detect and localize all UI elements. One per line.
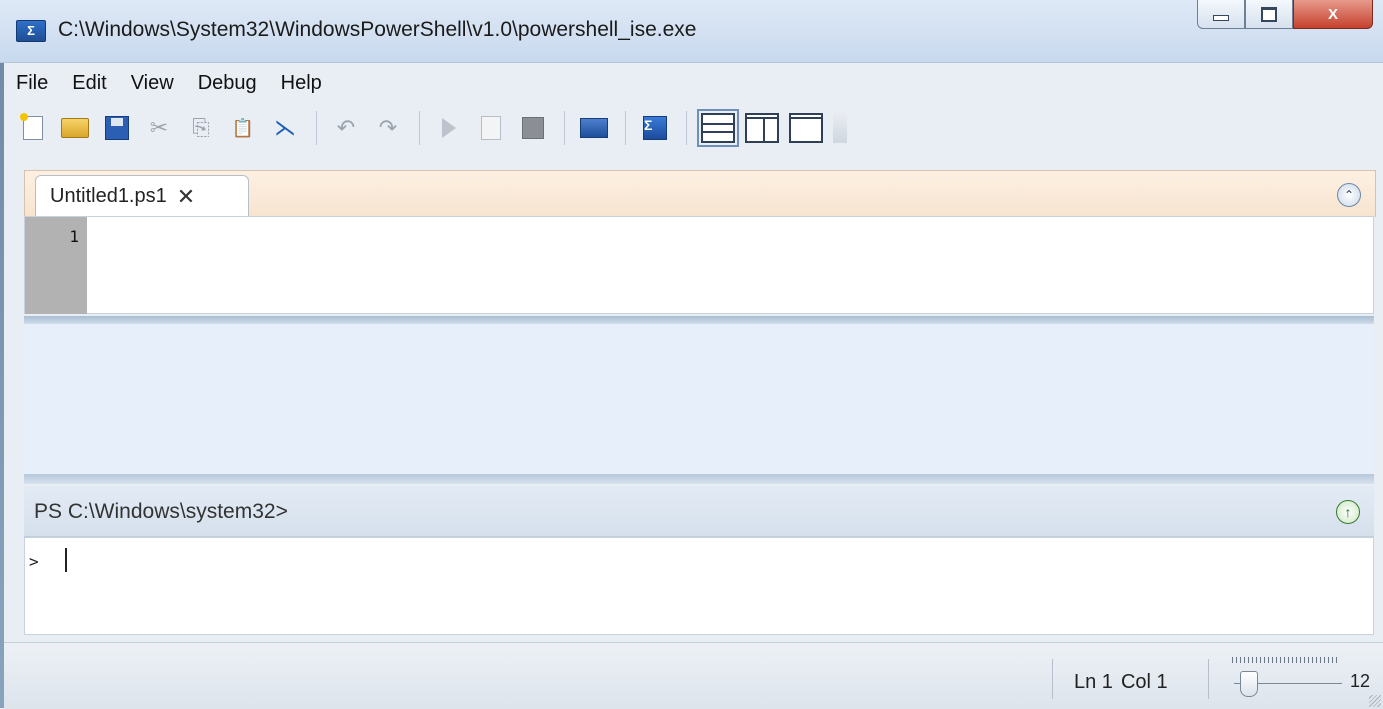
script-editor[interactable]: 1: [24, 216, 1374, 314]
minimize-icon: [1213, 15, 1229, 21]
paste-icon: 📋: [231, 117, 255, 138]
toolbar-overflow-button[interactable]: [833, 113, 847, 143]
window-title: C:\Windows\System32\WindowsPowerShell\v1…: [58, 18, 697, 41]
toolbar-separator: [686, 111, 687, 145]
console-prompt-bar: PS C:\Windows\system32> ↑: [24, 486, 1374, 537]
powershell-icon: Σ: [643, 116, 667, 140]
zoom-value: 12: [1350, 671, 1371, 691]
cut-button[interactable]: ✂: [144, 113, 174, 143]
tab-close-icon[interactable]: ✕: [177, 184, 195, 210]
window-controls: X: [1197, 0, 1373, 29]
menu-view[interactable]: View: [119, 72, 186, 95]
line-number-gutter: 1: [25, 217, 87, 314]
script-tab-strip: Untitled1.ps1 ✕ ⌃: [24, 170, 1376, 217]
run-button[interactable]: [434, 113, 464, 143]
tab-label: Untitled1.ps1: [50, 185, 167, 207]
maximize-button[interactable]: [1245, 0, 1293, 29]
open-folder-icon: [61, 118, 89, 138]
toolbar-separator: [625, 111, 626, 145]
run-selection-button[interactable]: [476, 113, 506, 143]
redo-icon: ↷: [378, 115, 398, 140]
powershell-app-icon[interactable]: Σ: [16, 20, 46, 42]
menu-debug[interactable]: Debug: [186, 72, 269, 95]
run-selection-icon: [481, 116, 501, 140]
line-indicator: Ln 1: [1074, 671, 1113, 693]
clear-button[interactable]: ⋋: [270, 113, 300, 143]
tab-untitled1[interactable]: Untitled1.ps1 ✕: [35, 175, 249, 217]
toolbar-separator: [564, 111, 565, 145]
zoom-slider-thumb[interactable]: [1240, 671, 1258, 697]
undo-button[interactable]: ↶: [331, 113, 361, 143]
paste-button[interactable]: 📋: [228, 113, 258, 143]
cursor-position: Ln 1 Col 1: [1074, 671, 1176, 694]
redo-button[interactable]: ↷: [373, 113, 403, 143]
new-script-icon: [23, 116, 43, 140]
layout-right-icon: [747, 117, 777, 119]
close-icon: X: [1327, 5, 1338, 23]
command-input-prompt: >: [29, 552, 39, 571]
layout-script-max-button[interactable]: [789, 113, 823, 143]
start-powershell-button[interactable]: Σ: [640, 113, 670, 143]
open-button[interactable]: [60, 113, 90, 143]
menu-bar: File Edit View Debug Help: [4, 66, 334, 100]
resize-grip-icon[interactable]: [1369, 695, 1381, 707]
stop-icon: [522, 117, 544, 139]
collapse-script-pane-button[interactable]: ⌃: [1337, 183, 1361, 207]
save-icon: [105, 116, 129, 140]
column-indicator: Col 1: [1120, 671, 1168, 693]
layout-max-icon: [791, 117, 821, 119]
toolbar: ✂ ⎘ 📋 ⋋ ↶ ↷ Σ: [18, 104, 859, 152]
status-bar: Ln 1 Col 1 12: [4, 642, 1383, 709]
window-left-edge: [0, 0, 4, 708]
new-script-button[interactable]: [18, 113, 48, 143]
line-number: 1: [69, 227, 79, 246]
show-console-up-icon[interactable]: ↑: [1336, 500, 1360, 524]
title-bar: Σ C:\Windows\System32\WindowsPowerShell\…: [0, 0, 1383, 63]
toolbar-separator: [419, 111, 420, 145]
stop-button[interactable]: [518, 113, 548, 143]
toolbar-separator: [316, 111, 317, 145]
close-button[interactable]: X: [1293, 0, 1373, 29]
menu-help[interactable]: Help: [269, 72, 334, 95]
pane-splitter[interactable]: [24, 316, 1374, 324]
pane-splitter[interactable]: [24, 474, 1374, 484]
menu-file[interactable]: File: [4, 72, 60, 95]
copy-icon: ⎘: [192, 115, 210, 140]
zoom-slider-ticks: [1232, 657, 1340, 663]
text-caret: [65, 548, 67, 572]
layout-script-right-button[interactable]: [745, 113, 779, 143]
layout-top-icon: [703, 123, 733, 125]
status-separator: [1052, 659, 1053, 699]
menu-edit[interactable]: Edit: [60, 72, 118, 95]
layout-script-top-button[interactable]: [697, 109, 739, 147]
remote-powershell-icon: [580, 118, 608, 138]
undo-icon: ↶: [336, 115, 356, 140]
output-pane[interactable]: [24, 324, 1374, 474]
run-icon: [442, 118, 456, 138]
status-separator: [1208, 659, 1209, 699]
clear-icon: ⋋: [274, 115, 296, 140]
layout-right-icon-line: [763, 119, 765, 141]
console-prompt: PS C:\Windows\system32>: [34, 500, 288, 523]
cut-icon: ✂: [149, 115, 169, 140]
layout-top-icon-line: [703, 131, 733, 133]
minimize-button[interactable]: [1197, 0, 1245, 29]
save-button[interactable]: [102, 113, 132, 143]
remote-powershell-button[interactable]: [579, 113, 609, 143]
maximize-icon: [1261, 6, 1277, 22]
copy-button[interactable]: ⎘: [186, 113, 216, 143]
command-input-pane[interactable]: >: [24, 537, 1374, 635]
